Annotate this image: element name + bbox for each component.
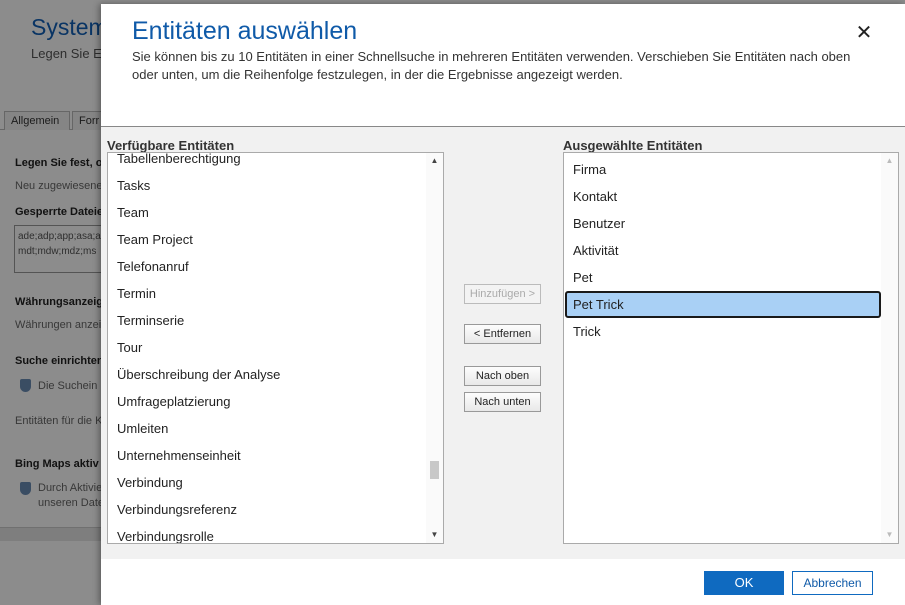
available-entity-item[interactable]: Überschreibung der Analyse <box>108 361 426 388</box>
available-entity-item[interactable]: Tour <box>108 334 426 361</box>
selected-list-scrollbar[interactable]: ▲ ▼ <box>881 153 898 543</box>
available-entities-list[interactable]: Tabellenberechtigung Tasks Team Team Projec… <box>107 152 444 544</box>
selected-entity-item[interactable]: Kontakt <box>564 183 881 210</box>
dialog-description: Sie können bis zu 10 Entitäten in einer … <box>132 49 851 82</box>
selected-entities-list[interactable]: Firma Kontakt Benutzer Aktivität Pet Pet Tric… <box>563 152 899 544</box>
available-entity-item[interactable]: Verbindungsrolle <box>108 523 426 543</box>
dialog-footer <box>101 559 905 605</box>
available-entity-item[interactable]: Termin <box>108 280 426 307</box>
selected-entity-item[interactable]: Firma <box>564 156 881 183</box>
dialog-body: Verfügbare Entitäten Tabellenberechtigun… <box>101 127 905 559</box>
available-entity-item[interactable]: Tabellenberechtigung <box>108 153 426 172</box>
available-entity-item[interactable]: Unternehmenseinheit <box>108 442 426 469</box>
remove-button[interactable]: < Entfernen <box>464 324 541 344</box>
available-entities-label: Verfügbare Entitäten <box>107 138 235 153</box>
ok-button[interactable]: OK <box>704 571 784 595</box>
selected-entity-item[interactable]: Aktivität <box>564 237 881 264</box>
move-down-button[interactable]: Nach unten <box>464 392 541 412</box>
selected-entity-item[interactable]: Pet <box>564 264 881 291</box>
selected-entities-label: Ausgewählte Entitäten <box>563 138 703 153</box>
available-entity-item[interactable]: Tasks <box>108 172 426 199</box>
selected-entity-item[interactable]: Trick <box>564 318 881 345</box>
scroll-down-icon[interactable]: ▼ <box>881 527 898 543</box>
selected-entity-item[interactable]: Pet Trick <box>565 291 881 318</box>
available-entity-item[interactable]: Team <box>108 199 426 226</box>
available-entity-item[interactable]: Team Project <box>108 226 426 253</box>
scroll-up-icon[interactable]: ▲ <box>881 153 898 169</box>
available-entities-items: Tabellenberechtigung Tasks Team Team Projec… <box>108 153 426 543</box>
available-entity-item[interactable]: Verbindungsreferenz <box>108 496 426 523</box>
move-up-button[interactable]: Nach oben <box>464 366 541 386</box>
select-entities-dialog: Entitäten auswählen ✕ Sie können bis zu … <box>101 4 905 605</box>
scroll-down-icon[interactable]: ▼ <box>426 527 443 543</box>
available-entity-item[interactable]: Verbindung <box>108 469 426 496</box>
available-entity-item[interactable]: Umfrageplatzierung <box>108 388 426 415</box>
scroll-up-icon[interactable]: ▲ <box>426 153 443 169</box>
cancel-button[interactable]: Abbrechen <box>792 571 873 595</box>
available-list-scrollbar[interactable]: ▲ ▼ <box>426 153 443 543</box>
add-button[interactable]: Hinzufügen > <box>464 284 541 304</box>
selected-entities-items: Firma Kontakt Benutzer Aktivität Pet Pet Tric… <box>564 156 881 345</box>
dialog-title: Entitäten auswählen <box>132 17 358 45</box>
close-icon[interactable]: ✕ <box>853 22 875 44</box>
available-entity-item[interactable]: Telefonanruf <box>108 253 426 280</box>
scroll-thumb[interactable] <box>430 461 439 479</box>
available-entity-item[interactable]: Terminserie <box>108 307 426 334</box>
selected-entity-item[interactable]: Benutzer <box>564 210 881 237</box>
available-entity-item[interactable]: Umleiten <box>108 415 426 442</box>
